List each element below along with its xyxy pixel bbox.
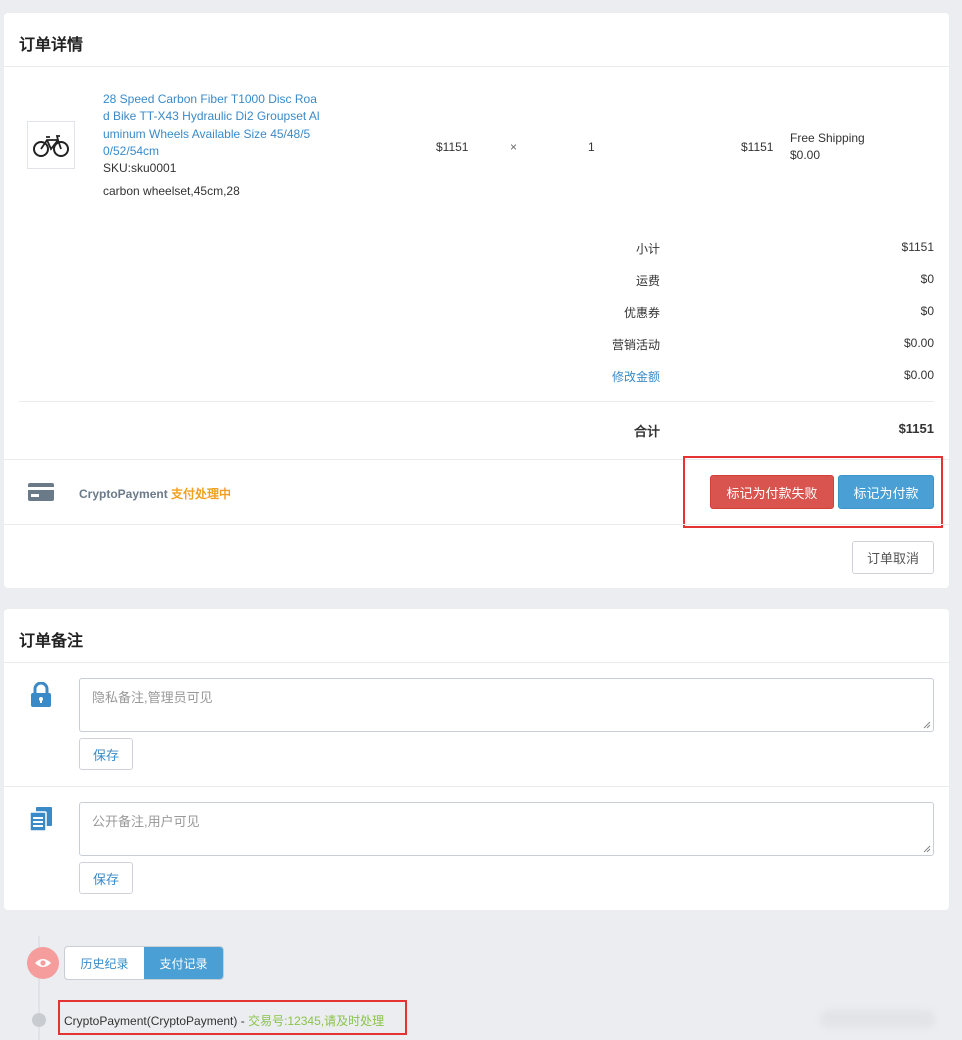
product-variant: carbon wheelset,45cm,28	[103, 184, 240, 198]
shipping-cost: $0.00	[790, 148, 821, 162]
promotion-value: $0.00	[903, 336, 934, 350]
product-name-line: d Bike TT-X43 Hydraulic Di2 Groupset Al	[103, 109, 320, 124]
save-public-note-button[interactable]: 保存	[79, 862, 133, 894]
cancel-order-button[interactable]: 订单取消	[852, 541, 934, 574]
unit-price: $1151	[436, 140, 469, 154]
payment-record-method: CryptoPayment(CryptoPayment) -	[64, 1014, 245, 1028]
private-note-input[interactable]: 隐私备注,管理员可见	[79, 678, 934, 732]
product-name-link[interactable]: 28 Speed Carbon Fiber T1000 Disc Roa d B…	[103, 91, 323, 160]
divider	[4, 524, 949, 525]
divider	[4, 662, 949, 663]
blurred-timestamp	[820, 1010, 935, 1028]
resize-grip-icon[interactable]	[923, 721, 931, 729]
line-total: $1151	[741, 140, 774, 154]
product-sku: SKU:sku0001	[103, 161, 177, 175]
notes-copy-icon	[28, 806, 54, 835]
credit-card-icon	[28, 483, 54, 504]
product-thumbnail[interactable]	[27, 121, 75, 169]
payment-record-transaction: 交易号:12345,请及时处理	[248, 1014, 385, 1028]
subtotal-value: $1151	[901, 240, 934, 254]
divider	[4, 66, 949, 67]
save-private-note-button[interactable]: 保存	[79, 738, 133, 770]
lock-icon	[30, 681, 52, 711]
order-notes-title: 订单备注	[19, 633, 84, 650]
adjust-amount-value: $0.00	[903, 368, 934, 382]
payment-status: 支付处理中	[171, 487, 232, 501]
subtotal-label: 小计	[635, 242, 660, 256]
order-details-title: 订单详情	[19, 37, 84, 54]
product-name-line: 0/52/54cm	[103, 143, 160, 158]
quantity: 1	[588, 140, 595, 154]
product-name-line: 28 Speed Carbon Fiber T1000 Disc Roa	[103, 92, 317, 106]
bicycle-icon	[33, 135, 69, 157]
payment-info: CryptoPayment 支付处理中	[79, 485, 231, 502]
promotion-label: 营销活动	[611, 338, 660, 352]
timeline-dot	[32, 1013, 46, 1027]
coupon-label: 优惠券	[623, 306, 660, 320]
public-note-input[interactable]: 公开备注,用户可见	[79, 802, 934, 856]
payment-record-entry: CryptoPayment(CryptoPayment) - 交易号:12345…	[64, 1012, 384, 1029]
times-sign: ×	[510, 140, 518, 154]
order-details-card: 订单详情 28 Speed Carbon Fiber T1000 Disc Ro…	[4, 13, 949, 588]
mark-payment-failed-button[interactable]: 标记为付款失败	[710, 475, 834, 509]
product-name-line: uminum Wheels Available Size 45/48/5	[103, 126, 311, 141]
resize-grip-icon[interactable]	[923, 845, 931, 853]
order-notes-card: 订单备注 隐私备注,管理员可见 保存 公开备注,用户可见 保存	[4, 609, 949, 910]
shipping-method: Free Shipping	[790, 131, 865, 145]
coupon-value: $0	[920, 304, 934, 318]
tab-payment-records[interactable]: 支付记录	[144, 947, 223, 979]
timeline-tabs: 历史纪录 支付记录	[64, 946, 224, 980]
total-value: $1151	[898, 421, 934, 436]
eye-icon	[27, 947, 59, 979]
shipping-label: 运费	[635, 274, 660, 288]
divider	[4, 786, 949, 787]
payment-method: CryptoPayment	[79, 487, 168, 501]
tab-history[interactable]: 历史纪录	[65, 947, 144, 979]
total-label: 合计	[633, 424, 660, 439]
mark-paid-button[interactable]: 标记为付款	[838, 475, 934, 509]
adjust-amount-link[interactable]: 修改金额	[524, 368, 660, 385]
shipping-value: $0	[920, 272, 934, 286]
divider	[19, 401, 934, 402]
